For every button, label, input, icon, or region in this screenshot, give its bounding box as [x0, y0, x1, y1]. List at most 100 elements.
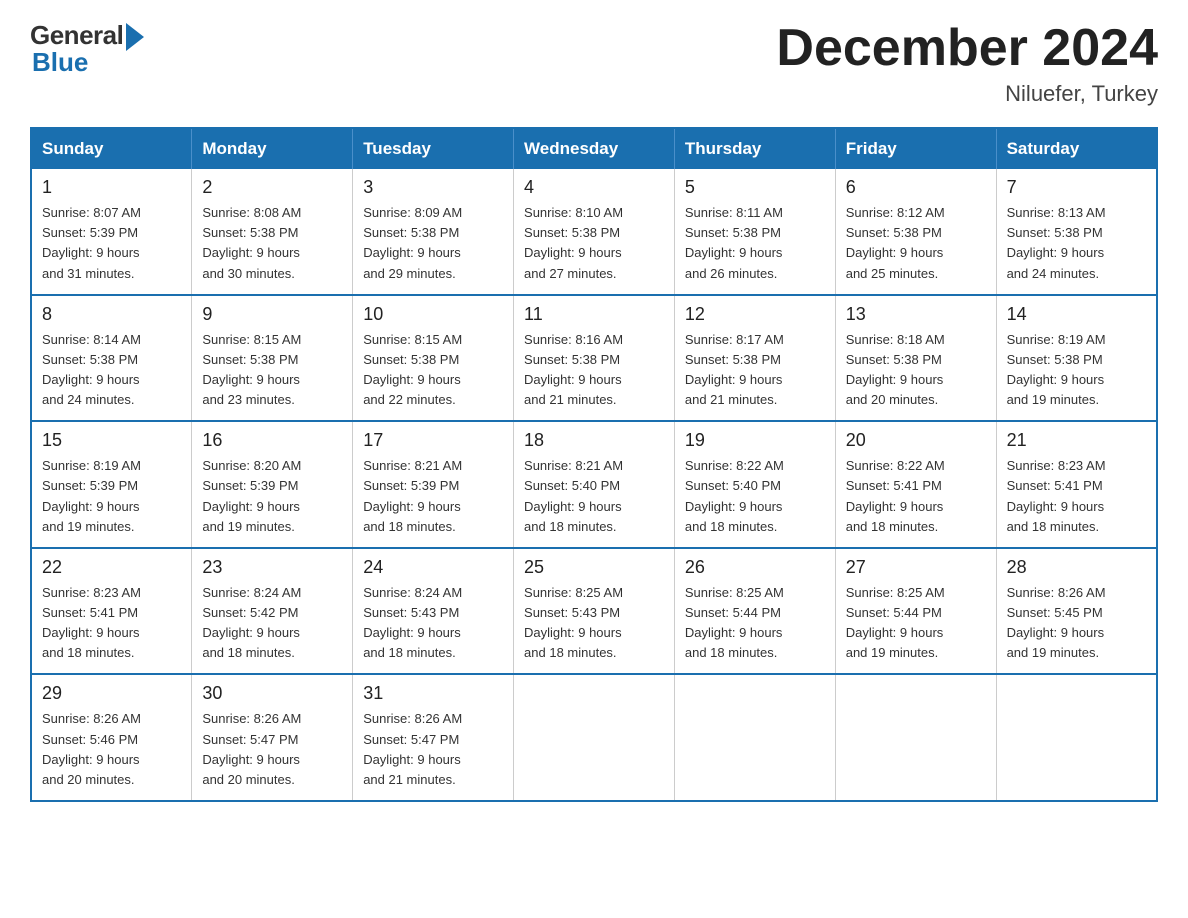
column-header-monday: Monday	[192, 128, 353, 169]
calendar-cell: 12 Sunrise: 8:17 AM Sunset: 5:38 PM Dayli…	[674, 295, 835, 422]
location-label: Niluefer, Turkey	[776, 81, 1158, 107]
day-info: Sunrise: 8:12 AM Sunset: 5:38 PM Dayligh…	[846, 203, 986, 284]
calendar-cell: 18 Sunrise: 8:21 AM Sunset: 5:40 PM Dayli…	[514, 421, 675, 548]
day-number: 27	[846, 557, 986, 578]
day-number: 26	[685, 557, 825, 578]
day-number: 16	[202, 430, 342, 451]
calendar-week-row: 15Sunrise: 8:19 AM Sunset: 5:39 PM Dayli…	[31, 421, 1157, 548]
day-info: Sunrise: 8:26 AM Sunset: 5:46 PM Dayligh…	[42, 709, 181, 790]
calendar-cell: 25Sunrise: 8:25 AM Sunset: 5:43 PM Dayli…	[514, 548, 675, 675]
day-number: 28	[1007, 557, 1146, 578]
calendar-cell: 28Sunrise: 8:26 AM Sunset: 5:45 PM Dayli…	[996, 548, 1157, 675]
calendar-table: SundayMondayTuesdayWednesdayThursdayFrid…	[30, 127, 1158, 802]
calendar-cell: 1 Sunrise: 8:07 AM Sunset: 5:39 PM Daylig…	[31, 169, 192, 295]
day-info: Sunrise: 8:15 AM Sunset: 5:38 PM Dayligh…	[202, 330, 342, 411]
day-info: Sunrise: 8:21 AM Sunset: 5:40 PM Dayligh…	[524, 456, 664, 537]
day-number: 29	[42, 683, 181, 704]
calendar-cell: 19Sunrise: 8:22 AM Sunset: 5:40 PM Dayli…	[674, 421, 835, 548]
calendar-cell: 22 Sunrise: 8:23 AM Sunset: 5:41 PM Dayli…	[31, 548, 192, 675]
title-block: December 2024 Niluefer, Turkey	[776, 20, 1158, 107]
calendar-cell: 20 Sunrise: 8:22 AM Sunset: 5:41 PM Dayli…	[835, 421, 996, 548]
calendar-week-row: 1 Sunrise: 8:07 AM Sunset: 5:39 PM Daylig…	[31, 169, 1157, 295]
day-info: Sunrise: 8:25 AM Sunset: 5:44 PM Dayligh…	[846, 583, 986, 664]
calendar-cell: 9Sunrise: 8:15 AM Sunset: 5:38 PM Daylig…	[192, 295, 353, 422]
calendar-cell: 11 Sunrise: 8:16 AM Sunset: 5:38 PM Dayli…	[514, 295, 675, 422]
calendar-cell: 21 Sunrise: 8:23 AM Sunset: 5:41 PM Dayli…	[996, 421, 1157, 548]
calendar-cell: 24 Sunrise: 8:24 AM Sunset: 5:43 PM Dayli…	[353, 548, 514, 675]
day-info: Sunrise: 8:24 AM Sunset: 5:43 PM Dayligh…	[363, 583, 503, 664]
calendar-cell: 5 Sunrise: 8:11 AM Sunset: 5:38 PM Daylig…	[674, 169, 835, 295]
calendar-cell	[514, 674, 675, 801]
calendar-header-row: SundayMondayTuesdayWednesdayThursdayFrid…	[31, 128, 1157, 169]
logo-blue-text: Blue	[30, 47, 88, 78]
day-number: 21	[1007, 430, 1146, 451]
day-number: 17	[363, 430, 503, 451]
day-number: 19	[685, 430, 825, 451]
calendar-cell: 4Sunrise: 8:10 AM Sunset: 5:38 PM Daylig…	[514, 169, 675, 295]
day-info: Sunrise: 8:15 AM Sunset: 5:38 PM Dayligh…	[363, 330, 503, 411]
page-header: General Blue December 2024 Niluefer, Tur…	[30, 20, 1158, 107]
calendar-cell: 6Sunrise: 8:12 AM Sunset: 5:38 PM Daylig…	[835, 169, 996, 295]
day-number: 23	[202, 557, 342, 578]
day-number: 7	[1007, 177, 1146, 198]
day-number: 13	[846, 304, 986, 325]
day-info: Sunrise: 8:22 AM Sunset: 5:41 PM Dayligh…	[846, 456, 986, 537]
day-number: 11	[524, 304, 664, 325]
day-number: 12	[685, 304, 825, 325]
day-info: Sunrise: 8:21 AM Sunset: 5:39 PM Dayligh…	[363, 456, 503, 537]
calendar-cell: 17 Sunrise: 8:21 AM Sunset: 5:39 PM Dayli…	[353, 421, 514, 548]
day-number: 31	[363, 683, 503, 704]
day-number: 18	[524, 430, 664, 451]
calendar-week-row: 22 Sunrise: 8:23 AM Sunset: 5:41 PM Dayli…	[31, 548, 1157, 675]
calendar-cell	[835, 674, 996, 801]
day-info: Sunrise: 8:13 AM Sunset: 5:38 PM Dayligh…	[1007, 203, 1146, 284]
calendar-cell: 29 Sunrise: 8:26 AM Sunset: 5:46 PM Dayli…	[31, 674, 192, 801]
day-number: 8	[42, 304, 181, 325]
calendar-cell: 30 Sunrise: 8:26 AM Sunset: 5:47 PM Dayli…	[192, 674, 353, 801]
day-info: Sunrise: 8:08 AM Sunset: 5:38 PM Dayligh…	[202, 203, 342, 284]
logo-arrow-icon	[126, 23, 144, 51]
calendar-cell: 7 Sunrise: 8:13 AM Sunset: 5:38 PM Daylig…	[996, 169, 1157, 295]
calendar-cell: 14Sunrise: 8:19 AM Sunset: 5:38 PM Dayli…	[996, 295, 1157, 422]
day-number: 20	[846, 430, 986, 451]
calendar-cell	[996, 674, 1157, 801]
day-info: Sunrise: 8:19 AM Sunset: 5:39 PM Dayligh…	[42, 456, 181, 537]
day-number: 22	[42, 557, 181, 578]
day-info: Sunrise: 8:16 AM Sunset: 5:38 PM Dayligh…	[524, 330, 664, 411]
day-number: 3	[363, 177, 503, 198]
day-info: Sunrise: 8:25 AM Sunset: 5:44 PM Dayligh…	[685, 583, 825, 664]
month-title: December 2024	[776, 20, 1158, 77]
day-info: Sunrise: 8:07 AM Sunset: 5:39 PM Dayligh…	[42, 203, 181, 284]
calendar-cell: 16Sunrise: 8:20 AM Sunset: 5:39 PM Dayli…	[192, 421, 353, 548]
day-number: 4	[524, 177, 664, 198]
day-info: Sunrise: 8:23 AM Sunset: 5:41 PM Dayligh…	[42, 583, 181, 664]
day-number: 30	[202, 683, 342, 704]
calendar-cell: 2 Sunrise: 8:08 AM Sunset: 5:38 PM Daylig…	[192, 169, 353, 295]
calendar-cell: 15Sunrise: 8:19 AM Sunset: 5:39 PM Dayli…	[31, 421, 192, 548]
calendar-cell: 23 Sunrise: 8:24 AM Sunset: 5:42 PM Dayli…	[192, 548, 353, 675]
column-header-wednesday: Wednesday	[514, 128, 675, 169]
day-info: Sunrise: 8:11 AM Sunset: 5:38 PM Dayligh…	[685, 203, 825, 284]
day-info: Sunrise: 8:14 AM Sunset: 5:38 PM Dayligh…	[42, 330, 181, 411]
calendar-cell: 26 Sunrise: 8:25 AM Sunset: 5:44 PM Dayli…	[674, 548, 835, 675]
day-number: 1	[42, 177, 181, 198]
column-header-tuesday: Tuesday	[353, 128, 514, 169]
day-info: Sunrise: 8:24 AM Sunset: 5:42 PM Dayligh…	[202, 583, 342, 664]
calendar-cell: 31 Sunrise: 8:26 AM Sunset: 5:47 PM Dayli…	[353, 674, 514, 801]
day-number: 5	[685, 177, 825, 198]
day-info: Sunrise: 8:09 AM Sunset: 5:38 PM Dayligh…	[363, 203, 503, 284]
day-number: 24	[363, 557, 503, 578]
calendar-week-row: 29 Sunrise: 8:26 AM Sunset: 5:46 PM Dayli…	[31, 674, 1157, 801]
day-info: Sunrise: 8:26 AM Sunset: 5:47 PM Dayligh…	[202, 709, 342, 790]
day-info: Sunrise: 8:17 AM Sunset: 5:38 PM Dayligh…	[685, 330, 825, 411]
day-number: 25	[524, 557, 664, 578]
day-number: 14	[1007, 304, 1146, 325]
day-number: 10	[363, 304, 503, 325]
day-number: 2	[202, 177, 342, 198]
day-info: Sunrise: 8:18 AM Sunset: 5:38 PM Dayligh…	[846, 330, 986, 411]
calendar-cell: 8 Sunrise: 8:14 AM Sunset: 5:38 PM Daylig…	[31, 295, 192, 422]
column-header-thursday: Thursday	[674, 128, 835, 169]
day-info: Sunrise: 8:26 AM Sunset: 5:47 PM Dayligh…	[363, 709, 503, 790]
logo: General Blue	[30, 20, 144, 78]
day-info: Sunrise: 8:23 AM Sunset: 5:41 PM Dayligh…	[1007, 456, 1146, 537]
